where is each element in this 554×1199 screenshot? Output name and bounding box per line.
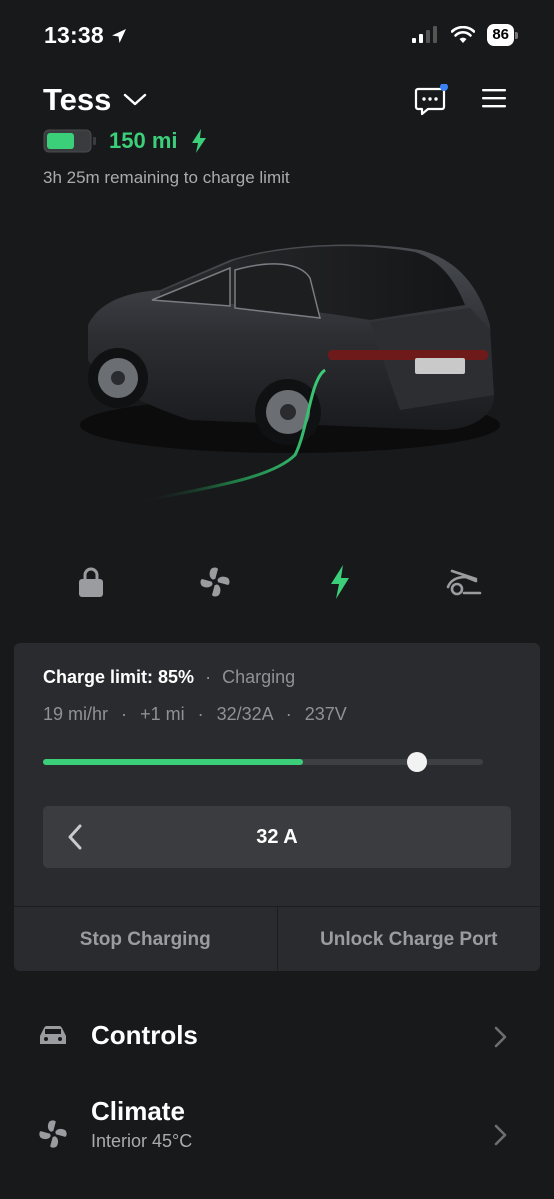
chevron-down-icon — [124, 93, 147, 106]
charge-current: 32/32A — [216, 704, 273, 724]
car-icon — [40, 1026, 66, 1044]
wifi-icon — [451, 26, 476, 43]
fan-icon — [200, 567, 230, 597]
location-arrow-icon — [111, 28, 126, 43]
menu-item-climate[interactable]: Climate Interior 45°C — [0, 1096, 554, 1166]
bolt-icon — [331, 565, 349, 599]
range-value: 150 mi — [109, 128, 178, 153]
charge-limit-slider-handle[interactable] — [407, 752, 427, 772]
charge-current-selector: 32 A — [43, 806, 511, 868]
charge-current-value: 32 A — [256, 825, 298, 848]
range-row: 150 mi — [43, 128, 208, 154]
battery-icon — [43, 129, 96, 153]
charge-time-remaining: 3h 25m remaining to charge limit — [43, 168, 290, 187]
battery-percent: 86 — [487, 24, 514, 46]
charging-actions: Stop Charging Unlock Charge Port — [14, 906, 540, 971]
menu-title-climate: Climate — [91, 1096, 185, 1126]
menu-title-controls: Controls — [91, 1020, 198, 1050]
charge-rate: 19 mi/hr — [43, 704, 109, 724]
menu-text-climate: Climate Interior 45°C — [91, 1096, 192, 1152]
messages-button[interactable] — [414, 83, 450, 121]
charging-button[interactable] — [318, 560, 362, 604]
separator: · — [121, 704, 128, 724]
range-added: +1 mi — [140, 704, 185, 724]
menu-item-controls[interactable]: Controls — [0, 1010, 554, 1066]
stop-charging-button[interactable]: Stop Charging — [14, 907, 277, 971]
cellular-signal-icon — [412, 26, 438, 43]
charge-stats-line: 19 mi/hr · +1 mi · 32/32A · 237V — [43, 704, 347, 725]
car-name: Tess — [43, 82, 112, 117]
status-indicators: 86 — [411, 24, 518, 46]
climate-button[interactable] — [193, 560, 237, 604]
lock-button[interactable] — [69, 560, 113, 604]
car-image — [70, 230, 510, 510]
status-time-text: 13:38 — [44, 22, 104, 48]
charge-level-fill — [43, 759, 303, 765]
car-selector[interactable]: Tess — [43, 82, 147, 118]
charging-bolt-icon — [191, 129, 206, 153]
fan-icon — [39, 1120, 67, 1148]
chevron-right-icon — [494, 1026, 507, 1048]
car-lift-icon — [446, 569, 482, 596]
separator: · — [205, 667, 212, 687]
lock-icon — [79, 567, 103, 597]
status-time: 13:38 — [44, 22, 128, 49]
decrease-current-button[interactable] — [67, 824, 83, 855]
charge-limit-label: Charge limit: 85% — [43, 667, 195, 687]
unlock-charge-port-button[interactable]: Unlock Charge Port — [276, 907, 541, 971]
charge-voltage: 237V — [304, 704, 347, 724]
hamburger-icon — [482, 89, 506, 108]
charging-panel: Charge limit: 85% · Charging 19 mi/hr · … — [14, 643, 540, 971]
suspension-button[interactable] — [442, 560, 486, 604]
charge-status-line: Charge limit: 85% · Charging — [43, 667, 295, 688]
quick-actions — [0, 560, 554, 610]
chevron-left-icon — [68, 824, 82, 850]
chat-icon — [414, 83, 448, 116]
battery-indicator: 86 — [487, 24, 518, 46]
separator: · — [197, 704, 204, 724]
menu-button[interactable] — [482, 88, 506, 113]
chevron-right-icon — [494, 1124, 507, 1146]
battery-tip — [515, 31, 518, 39]
menu-subtitle-climate: Interior 45°C — [91, 1131, 193, 1151]
separator: · — [285, 704, 292, 724]
charging-state: Charging — [222, 667, 296, 687]
